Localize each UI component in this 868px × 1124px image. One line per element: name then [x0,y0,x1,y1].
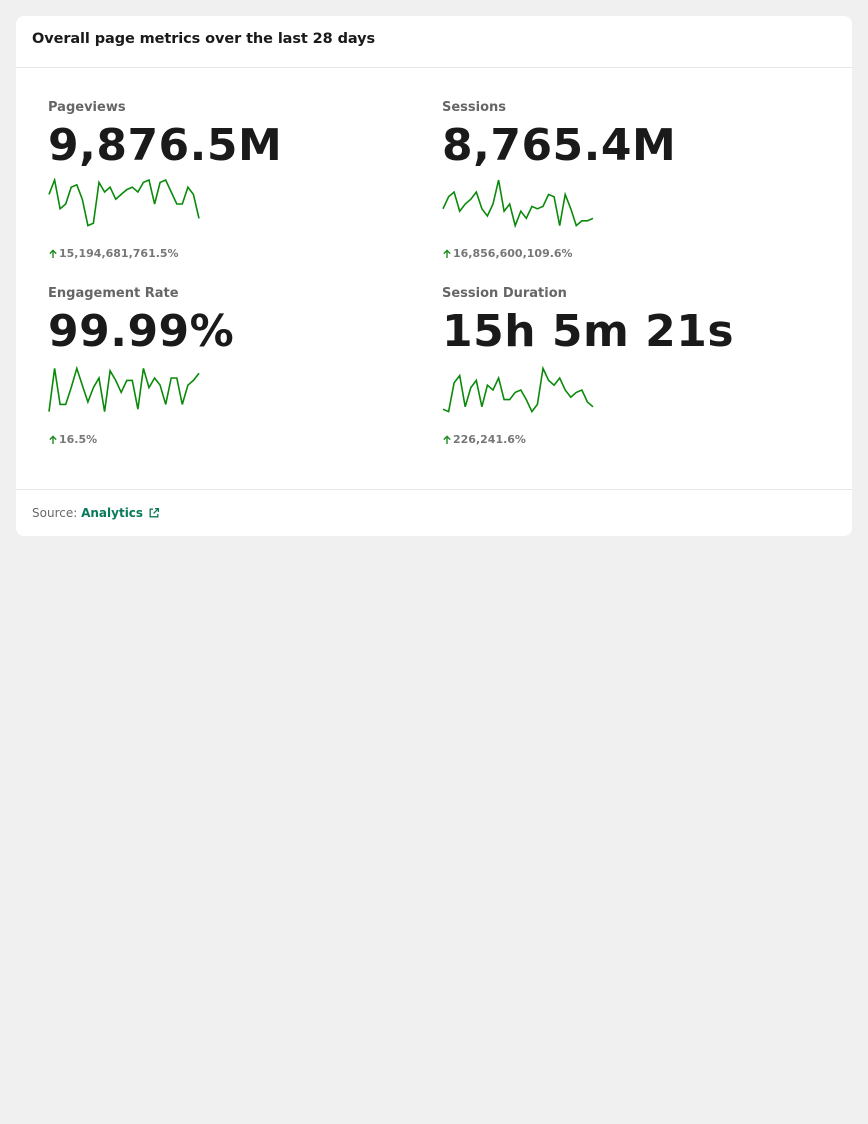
metric-delta-value: 226,241.6% [453,433,526,446]
arrow-up-icon [49,434,57,444]
metric-label: Pageviews [48,100,126,115]
sparkline-series [442,179,594,229]
metric-session-duration: Session Duration 15h 5m 21s 226,241.6% [442,286,822,472]
metric-delta-value: 16.5% [59,433,98,446]
metric-delta-value: 15,194,681,761.5% [59,247,179,260]
card-title: Overall page metrics over the last 28 da… [32,31,376,47]
metric-pageviews: Pageviews 9,876.5M 15,194,681,761.5% [48,100,428,286]
metric-engagement-rate: Engagement Rate 99.99% 16.5% [48,286,428,472]
metric-sessions: Sessions 8,765.4M 16,856,600,109.6% [442,100,822,286]
source-link[interactable]: Analytics [81,506,160,520]
metric-delta-value: 16,856,600,109.6% [453,247,573,260]
metric-delta: 16,856,600,109.6% [442,247,573,260]
sparkline-chart [442,365,594,414]
metric-label: Sessions [442,100,507,115]
metric-delta: 15,194,681,761.5% [48,247,179,260]
metric-label: Session Duration [442,286,567,301]
sparkline-chart [48,365,200,412]
source-link-label: Analytics [81,506,144,520]
sparkline-series [48,178,200,227]
arrow-up-icon [49,248,57,258]
metric-delta: 16.5% [48,433,97,446]
metric-value: 99.99% [48,306,235,357]
metric-delta: 226,241.6% [442,433,526,446]
external-link-icon [149,507,160,518]
metric-value: 8,765.4M [442,120,677,171]
card-header: Overall page metrics over the last 28 da… [16,16,852,68]
source-prefix: Source: [32,506,78,520]
metrics-grid: Pageviews 9,876.5M 15,194,681,761.5% Ses… [16,68,852,489]
sparkline-series [48,365,200,412]
metric-value: 9,876.5M [48,120,283,171]
sparkline-series [442,365,594,414]
page-metrics-card: Overall page metrics over the last 28 da… [16,16,852,536]
sparkline-chart [442,179,594,229]
card-footer: Source: Analytics [16,489,852,536]
arrow-up-icon [443,248,451,258]
sparkline-chart [48,178,200,227]
arrow-up-icon [443,434,451,444]
metric-label: Engagement Rate [48,286,179,301]
metric-value: 15h 5m 21s [442,306,735,357]
